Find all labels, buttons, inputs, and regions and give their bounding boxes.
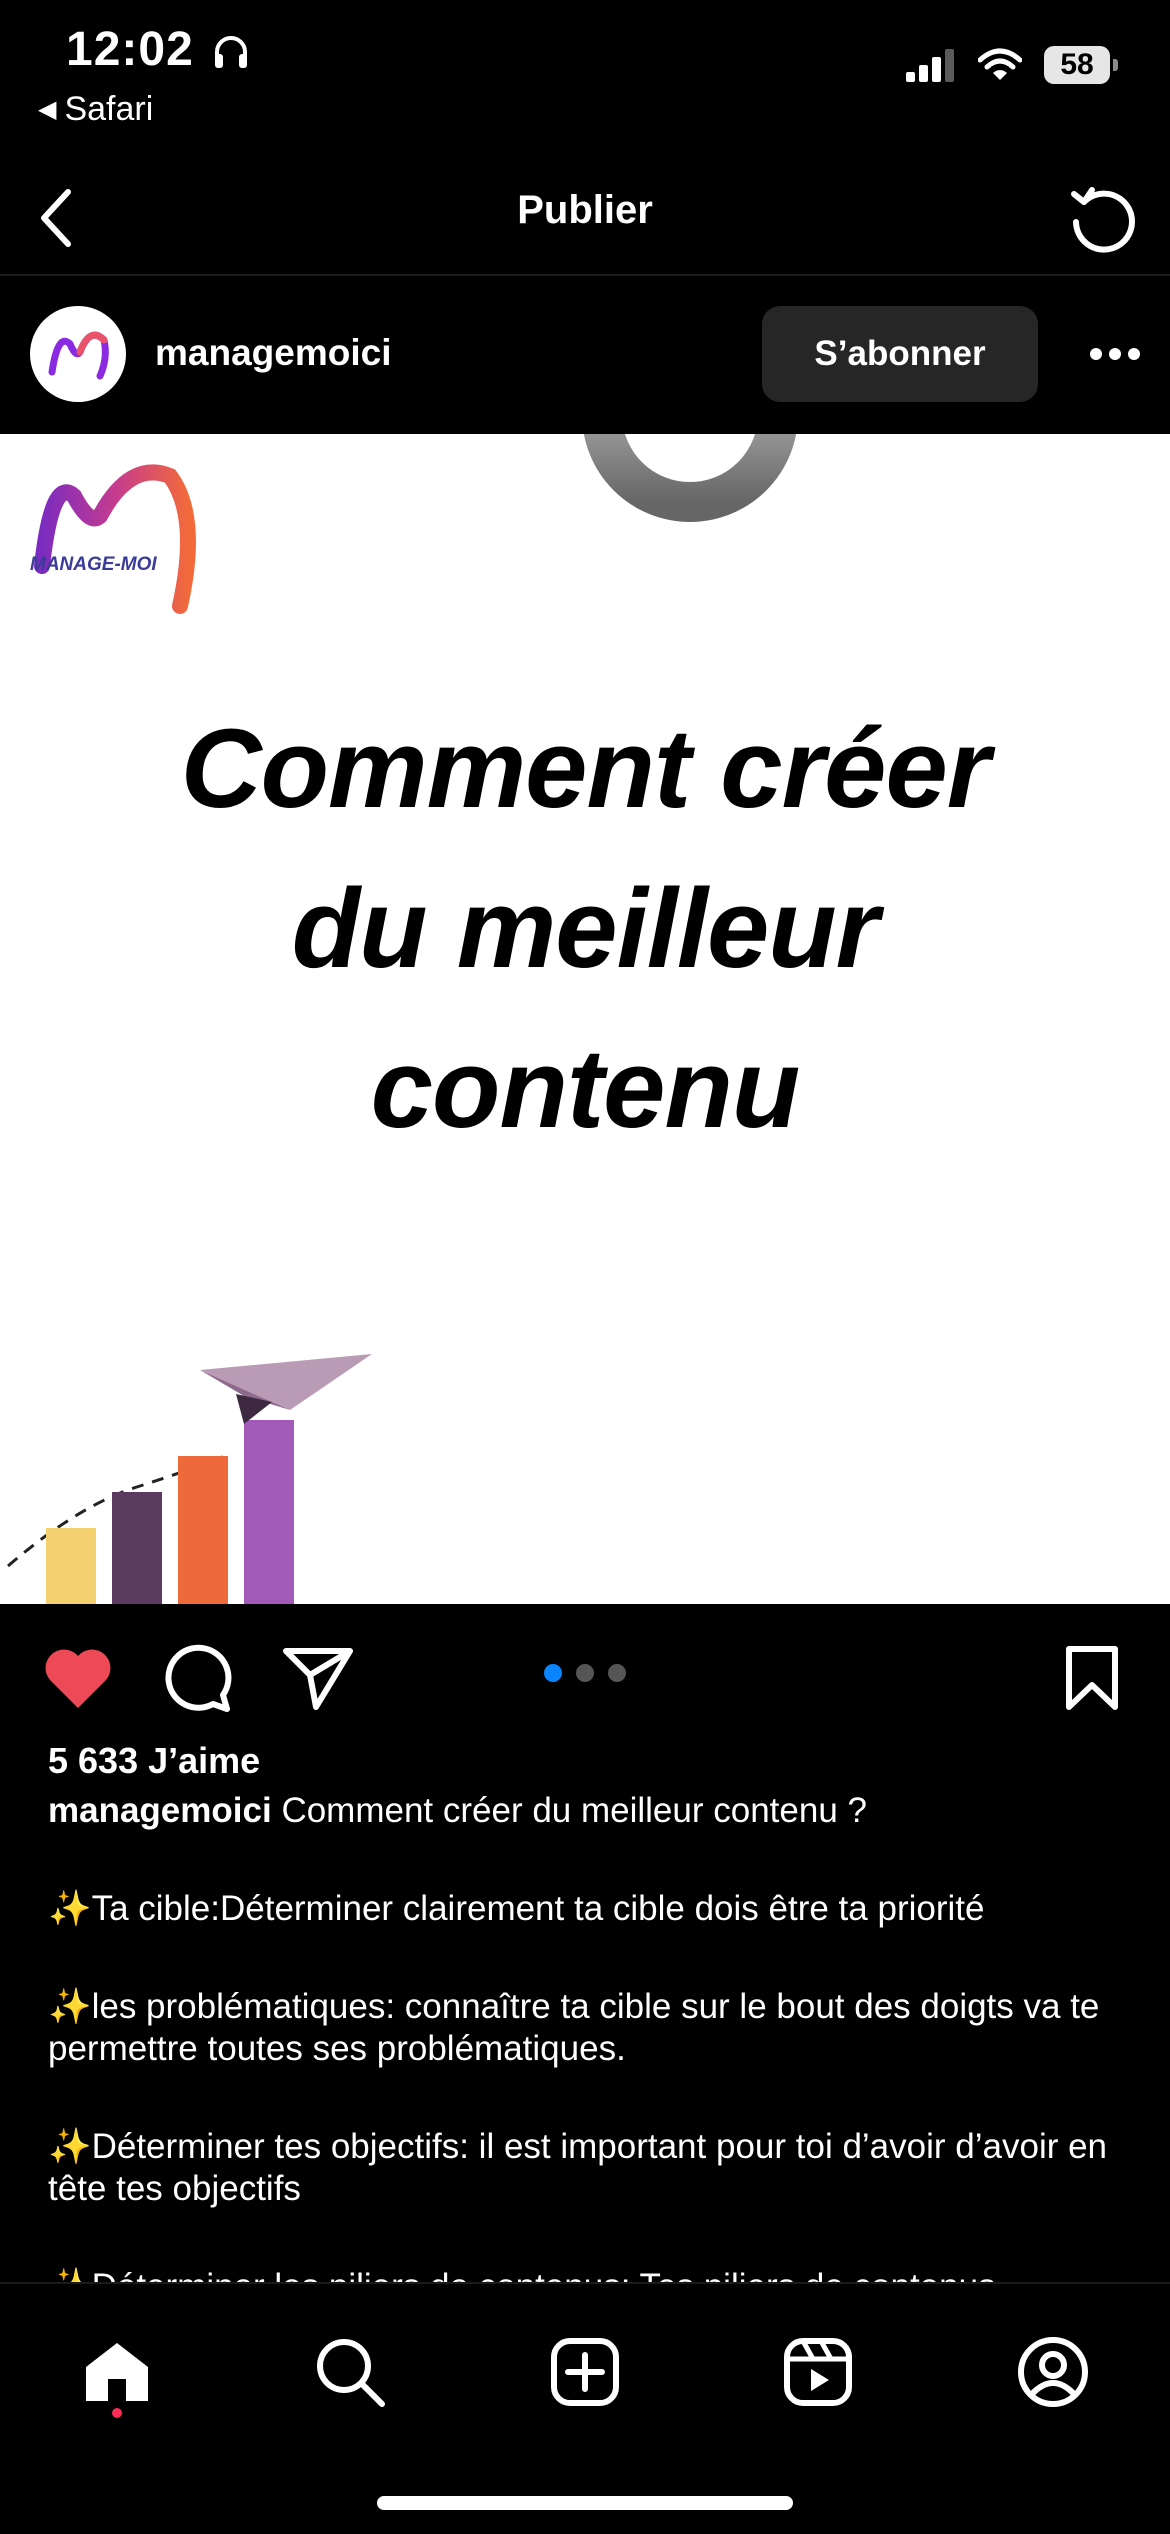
post-caption: 5 633 J’aime managemoici Comment créer d… — [48, 1740, 1128, 2308]
share-icon — [283, 1648, 353, 1710]
bookmark-icon — [1066, 1646, 1118, 1710]
post-actions — [0, 1604, 1170, 1752]
post-image[interactable]: MANAGE-MOI Comment créer du meilleur con… — [0, 434, 1170, 1604]
tab-create[interactable] — [535, 2322, 635, 2422]
post-username[interactable]: managemoici — [155, 332, 391, 374]
home-indicator — [377, 2496, 793, 2510]
comment-icon — [165, 1644, 232, 1712]
share-button[interactable] — [276, 1636, 360, 1720]
page-title: Publier — [517, 188, 653, 232]
status-time: 12:02 — [66, 22, 250, 77]
brand-logo-image — [34, 464, 196, 614]
brand-logo-text: MANAGE-MOI — [30, 554, 157, 575]
tab-bar — [0, 2282, 1170, 2534]
tab-profile[interactable] — [1003, 2322, 1103, 2422]
save-button[interactable] — [1050, 1636, 1134, 1720]
caption-point: ✨les problématiques: connaître ta cible … — [48, 1987, 1100, 2068]
post-header: managemoici S’abonner — [0, 276, 1170, 434]
more-horizontal-icon — [1090, 348, 1140, 360]
back-arrow-icon: ◀ — [38, 96, 57, 123]
home-notification-dot — [112, 2408, 122, 2418]
tab-home[interactable] — [67, 2322, 167, 2422]
headline-line: contenu — [370, 1026, 801, 1151]
likes-count[interactable]: 5 633 J’aime — [48, 1740, 1128, 1782]
back-button[interactable] — [18, 178, 98, 258]
chevron-left-icon — [41, 189, 71, 247]
battery-indicator: 58 — [1044, 46, 1118, 84]
post-headline: Comment créer du meilleur contenu — [0, 689, 1170, 1169]
refresh-icon — [1071, 187, 1135, 253]
chart-bar — [178, 1456, 228, 1604]
headline-line: Comment créer — [180, 706, 991, 831]
headphones-icon — [215, 36, 248, 69]
more-options-button[interactable] — [1080, 316, 1150, 392]
signal-icon — [906, 49, 954, 82]
caption-intro: managemoici Comment créer du meilleur co… — [48, 1791, 867, 1830]
back-to-safari[interactable]: ◀ Safari — [38, 90, 153, 129]
chart-bar — [244, 1420, 294, 1604]
carousel-dot-active — [544, 1664, 562, 1682]
avatar[interactable] — [30, 306, 126, 402]
create-icon — [551, 2338, 619, 2406]
nav-header: Publier — [0, 160, 1170, 276]
paper-plane-icon — [200, 1354, 372, 1424]
search-icon — [317, 2339, 385, 2407]
tab-reels[interactable] — [768, 2322, 868, 2422]
headline-line: du meilleur — [291, 866, 879, 991]
carousel-dot — [576, 1664, 594, 1682]
refresh-button[interactable] — [1060, 176, 1146, 262]
profile-icon — [1018, 2337, 1088, 2407]
comment-button[interactable] — [156, 1636, 240, 1720]
reels-icon — [784, 2338, 852, 2406]
carousel-dot — [608, 1664, 626, 1682]
carousel-indicator — [544, 1664, 626, 1682]
heart-icon — [45, 1649, 111, 1708]
growth-chart-illustration — [7, 1354, 372, 1604]
like-button[interactable] — [36, 1636, 120, 1720]
chart-bar — [112, 1492, 162, 1604]
status-indicators: 58 — [906, 46, 1118, 84]
decorative-ring — [583, 434, 797, 522]
home-icon — [86, 2343, 148, 2401]
caption-username[interactable]: managemoici — [48, 1791, 272, 1830]
caption-point: ✨Déterminer tes objectifs: il est import… — [48, 2127, 1108, 2208]
caption-point: ✨Ta cible:Déterminer clairement ta cible… — [48, 1889, 985, 1928]
chart-bar — [46, 1528, 96, 1604]
brand-logo-icon — [48, 331, 109, 380]
follow-button[interactable]: S’abonner — [762, 306, 1038, 402]
tab-search[interactable] — [300, 2322, 400, 2422]
wifi-icon — [978, 48, 1022, 80]
